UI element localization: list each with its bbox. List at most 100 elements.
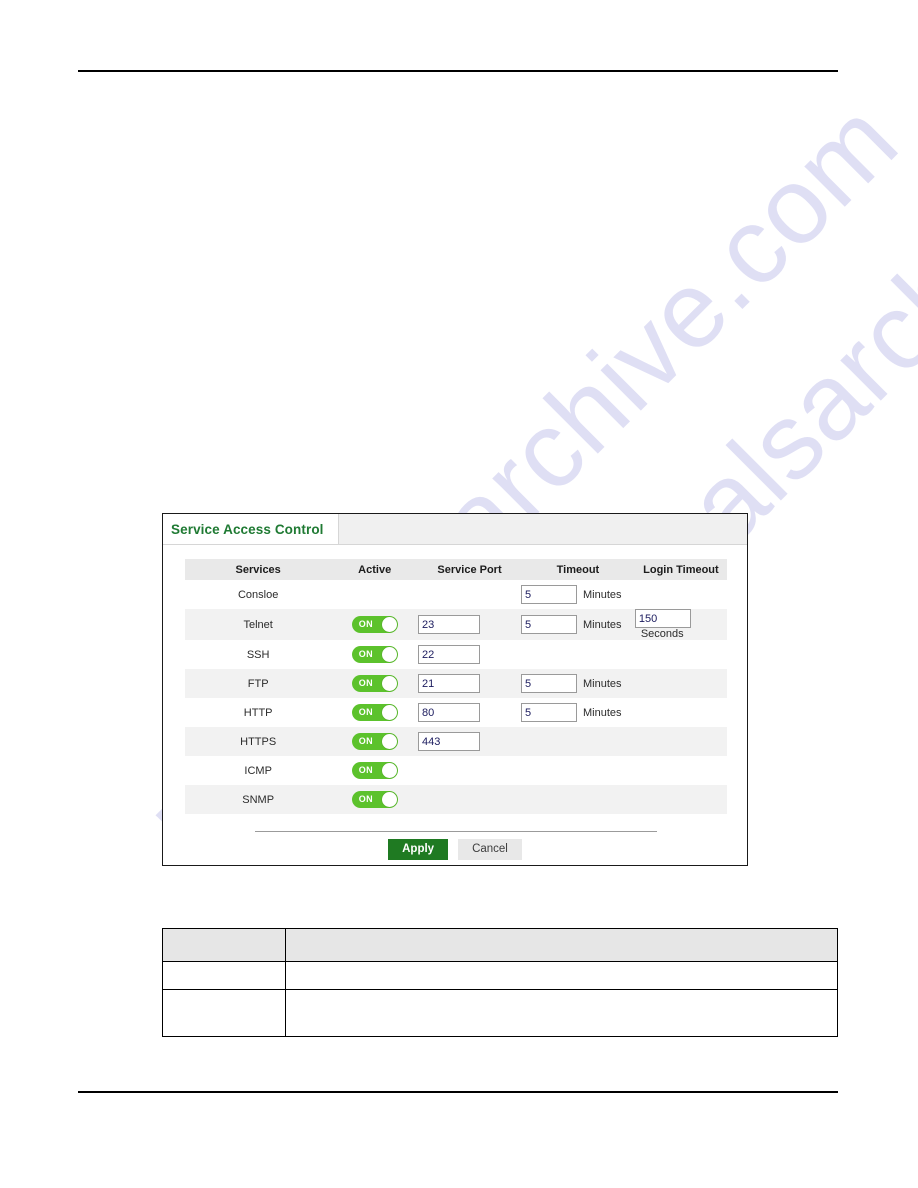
login-timeout-cell <box>634 785 727 815</box>
service-name: SSH <box>185 640 332 670</box>
timeout-unit-label: Minutes <box>583 588 622 601</box>
service-port-cell <box>418 727 522 757</box>
table-row: HTTP ON Minutes <box>185 698 727 728</box>
timeout-cell <box>521 727 635 757</box>
toggle-switch-telnet[interactable]: ON <box>351 616 398 634</box>
toggle-label: ON <box>358 736 373 747</box>
timeout-unit-label: Minutes <box>583 618 622 631</box>
login-timeout-input[interactable] <box>634 609 691 628</box>
service-port-cell <box>418 756 522 786</box>
service-name: Telnet <box>185 609 332 641</box>
table-row: Consloe Minutes <box>185 580 727 609</box>
description-row-label <box>162 989 286 1037</box>
table-row: ICMP ON <box>185 756 727 786</box>
table-row: SNMP ON <box>185 785 727 815</box>
toggle-label: ON <box>358 619 373 630</box>
table-row: HTTPS ON <box>185 727 727 757</box>
service-port-cell <box>418 669 522 699</box>
active-cell: ON <box>331 727 419 757</box>
service-name: ICMP <box>185 756 332 786</box>
login-timeout-cell <box>634 756 727 786</box>
toggle-switch-icmp[interactable]: ON <box>351 762 398 780</box>
timeout-cell <box>521 640 635 670</box>
service-name: HTTPS <box>185 727 332 757</box>
login-timeout-cell: Seconds <box>634 609 727 641</box>
service-port-cell <box>418 698 522 728</box>
service-access-control-table: Services Active Service Port Timeout Log… <box>185 559 727 815</box>
timeout-cell <box>521 756 635 786</box>
service-name: HTTP <box>185 698 332 728</box>
toggle-knob-icon <box>381 617 397 633</box>
login-timeout-cell <box>634 580 727 609</box>
table-row: Telnet ON Minutes Seconds <box>185 609 727 641</box>
panel-header-bar: Service Access Control <box>163 514 747 545</box>
apply-button[interactable]: Apply <box>388 839 449 860</box>
toggle-knob-icon <box>381 705 397 721</box>
description-table <box>162 928 839 1037</box>
service-port-cell <box>418 580 522 609</box>
toggle-label: ON <box>358 794 373 805</box>
service-port-cell <box>418 609 522 641</box>
active-cell: ON <box>331 609 419 641</box>
timeout-cell: Minutes <box>521 669 635 699</box>
description-table-header-row <box>162 928 839 962</box>
service-port-cell <box>418 640 522 670</box>
toggle-knob-icon <box>381 647 397 663</box>
timeout-input[interactable] <box>521 703 578 723</box>
column-header-login-timeout: Login Timeout <box>634 559 727 580</box>
login-timeout-unit-label: Seconds <box>640 628 684 641</box>
panel-title: Service Access Control <box>171 521 324 537</box>
timeout-input[interactable] <box>521 585 578 604</box>
timeout-cell: Minutes <box>521 609 635 641</box>
service-name: SNMP <box>185 785 332 815</box>
table-row <box>162 989 839 1037</box>
description-row-body <box>284 961 839 990</box>
toggle-knob-icon <box>381 792 397 808</box>
service-port-input[interactable] <box>418 645 481 665</box>
page-header-rule <box>78 70 838 72</box>
login-timeout-cell <box>634 669 727 699</box>
toggle-switch-ftp[interactable]: ON <box>351 675 398 693</box>
toggle-switch-snmp[interactable]: ON <box>351 791 398 809</box>
toggle-label: ON <box>358 678 373 689</box>
timeout-cell: Minutes <box>521 698 635 728</box>
service-port-input[interactable] <box>418 615 481 635</box>
service-rows: Consloe Minutes Telnet ON Minutes Seconds SSH O… <box>185 580 727 815</box>
column-header-service-port: Service Port <box>418 559 522 580</box>
login-timeout-cell <box>634 698 727 728</box>
toggle-switch-https[interactable]: ON <box>351 733 398 751</box>
timeout-unit-label: Minutes <box>583 706 622 719</box>
table-row: FTP ON Minutes <box>185 669 727 699</box>
description-header-label <box>162 928 286 962</box>
service-port-input[interactable] <box>418 703 481 723</box>
service-port-cell <box>418 785 522 815</box>
page-footer-rule <box>78 1091 838 1093</box>
active-cell: ON <box>331 640 419 670</box>
timeout-input[interactable] <box>521 674 578 694</box>
footer-separator <box>255 831 657 832</box>
description-row-body <box>284 989 839 1037</box>
active-cell: ON <box>331 756 419 786</box>
toggle-switch-ssh[interactable]: ON <box>351 646 398 664</box>
column-header-timeout: Timeout <box>521 559 635 580</box>
active-cell: ON <box>331 698 419 728</box>
active-cell: ON <box>331 785 419 815</box>
service-access-control-panel: Service Access Control Services Active S… <box>162 513 748 866</box>
service-name: FTP <box>185 669 332 699</box>
description-header-body <box>284 928 839 962</box>
toggle-label: ON <box>358 649 373 660</box>
tab-service-access-control[interactable]: Service Access Control <box>163 514 339 544</box>
toggle-knob-icon <box>381 763 397 779</box>
timeout-cell <box>521 785 635 815</box>
toggle-switch-http[interactable]: ON <box>351 704 398 722</box>
table-row <box>162 961 839 990</box>
table-row: SSH ON <box>185 640 727 670</box>
column-header-active: Active <box>331 559 419 580</box>
service-port-input[interactable] <box>418 732 481 752</box>
service-port-input[interactable] <box>418 674 481 694</box>
cancel-button[interactable]: Cancel <box>458 839 522 860</box>
timeout-input[interactable] <box>521 615 578 635</box>
toggle-knob-icon <box>381 676 397 692</box>
toggle-label: ON <box>358 707 373 718</box>
column-header-services: Services <box>185 559 332 580</box>
